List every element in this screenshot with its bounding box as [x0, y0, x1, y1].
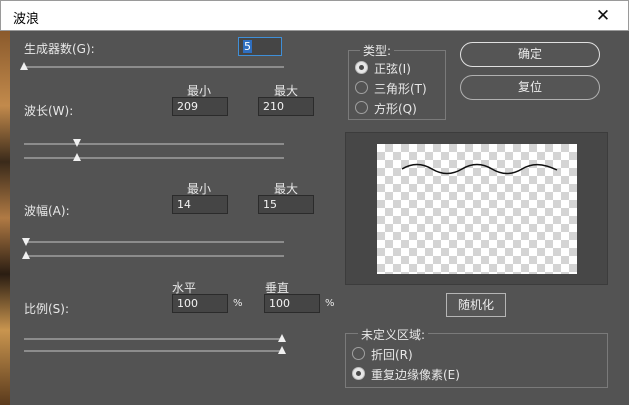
window-title: 波浪 [13, 12, 40, 27]
preview-panel [345, 132, 608, 285]
scale-horizontal-slider-track[interactable] [24, 338, 284, 340]
type-sine-label[interactable]: 正弦(I) [374, 60, 411, 77]
scale-vertical-slider-handle[interactable] [278, 346, 286, 354]
randomize-button[interactable]: 随机化 [446, 293, 506, 317]
wavelength-max-input[interactable]: 210 [258, 97, 314, 116]
scale-horizontal-unit: % [233, 298, 243, 309]
close-icon[interactable]: ✕ [592, 5, 614, 27]
wavelength-min-slider-track[interactable] [24, 157, 284, 159]
scale-vertical-unit: % [325, 298, 335, 309]
generators-label: 生成器数(G): [24, 42, 95, 56]
title-bar: 波浪 ✕ [0, 0, 629, 31]
wavelength-max-slider-track[interactable] [24, 143, 284, 145]
wavelength-max-slider-handle[interactable] [73, 139, 81, 147]
amplitude-label: 波幅(A): [24, 204, 70, 218]
amplitude-max-input[interactable]: 15 [258, 195, 314, 214]
wavelength-min-slider-handle[interactable] [73, 153, 81, 161]
undefined-area-title: 未定义区域: [358, 326, 429, 343]
generators-slider-track[interactable] [24, 66, 284, 68]
amplitude-min-slider-track[interactable] [24, 255, 284, 257]
generators-input[interactable]: 5 [238, 37, 282, 56]
wrap-around-label[interactable]: 折回(R) [371, 346, 413, 363]
preview-canvas [377, 144, 577, 274]
wrap-around-radio[interactable] [352, 347, 365, 360]
scale-vertical-input[interactable]: 100 [264, 294, 320, 313]
type-square-radio[interactable] [355, 101, 368, 114]
type-group-title: 类型: [360, 42, 395, 59]
wavelength-label: 波长(W): [24, 104, 74, 118]
wave-line [401, 163, 558, 175]
scale-label: 比例(S): [24, 302, 70, 316]
amplitude-min-slider-handle[interactable] [22, 251, 30, 259]
scale-vertical-slider-track[interactable] [24, 350, 284, 352]
wavelength-min-input[interactable]: 209 [172, 97, 228, 116]
type-sine-radio[interactable] [355, 61, 368, 74]
reset-button[interactable]: 复位 [460, 75, 600, 100]
amplitude-max-slider-handle[interactable] [22, 238, 30, 246]
amplitude-min-input[interactable]: 14 [172, 195, 228, 214]
repeat-edge-pixels-label[interactable]: 重复边缘像素(E) [371, 366, 460, 383]
amplitude-max-slider-track[interactable] [24, 241, 284, 243]
type-square-label[interactable]: 方形(Q) [374, 100, 417, 117]
generators-slider-handle[interactable] [20, 62, 28, 70]
wave-preview [401, 163, 558, 175]
repeat-edge-pixels-radio[interactable] [352, 367, 365, 380]
background-image-strip [0, 31, 10, 405]
ok-button[interactable]: 确定 [460, 42, 600, 67]
type-triangle-radio[interactable] [355, 81, 368, 94]
generators-value: 5 [243, 40, 252, 53]
scale-horizontal-slider-handle[interactable] [278, 334, 286, 342]
scale-horizontal-input[interactable]: 100 [172, 294, 228, 313]
type-triangle-label[interactable]: 三角形(T) [374, 80, 427, 97]
